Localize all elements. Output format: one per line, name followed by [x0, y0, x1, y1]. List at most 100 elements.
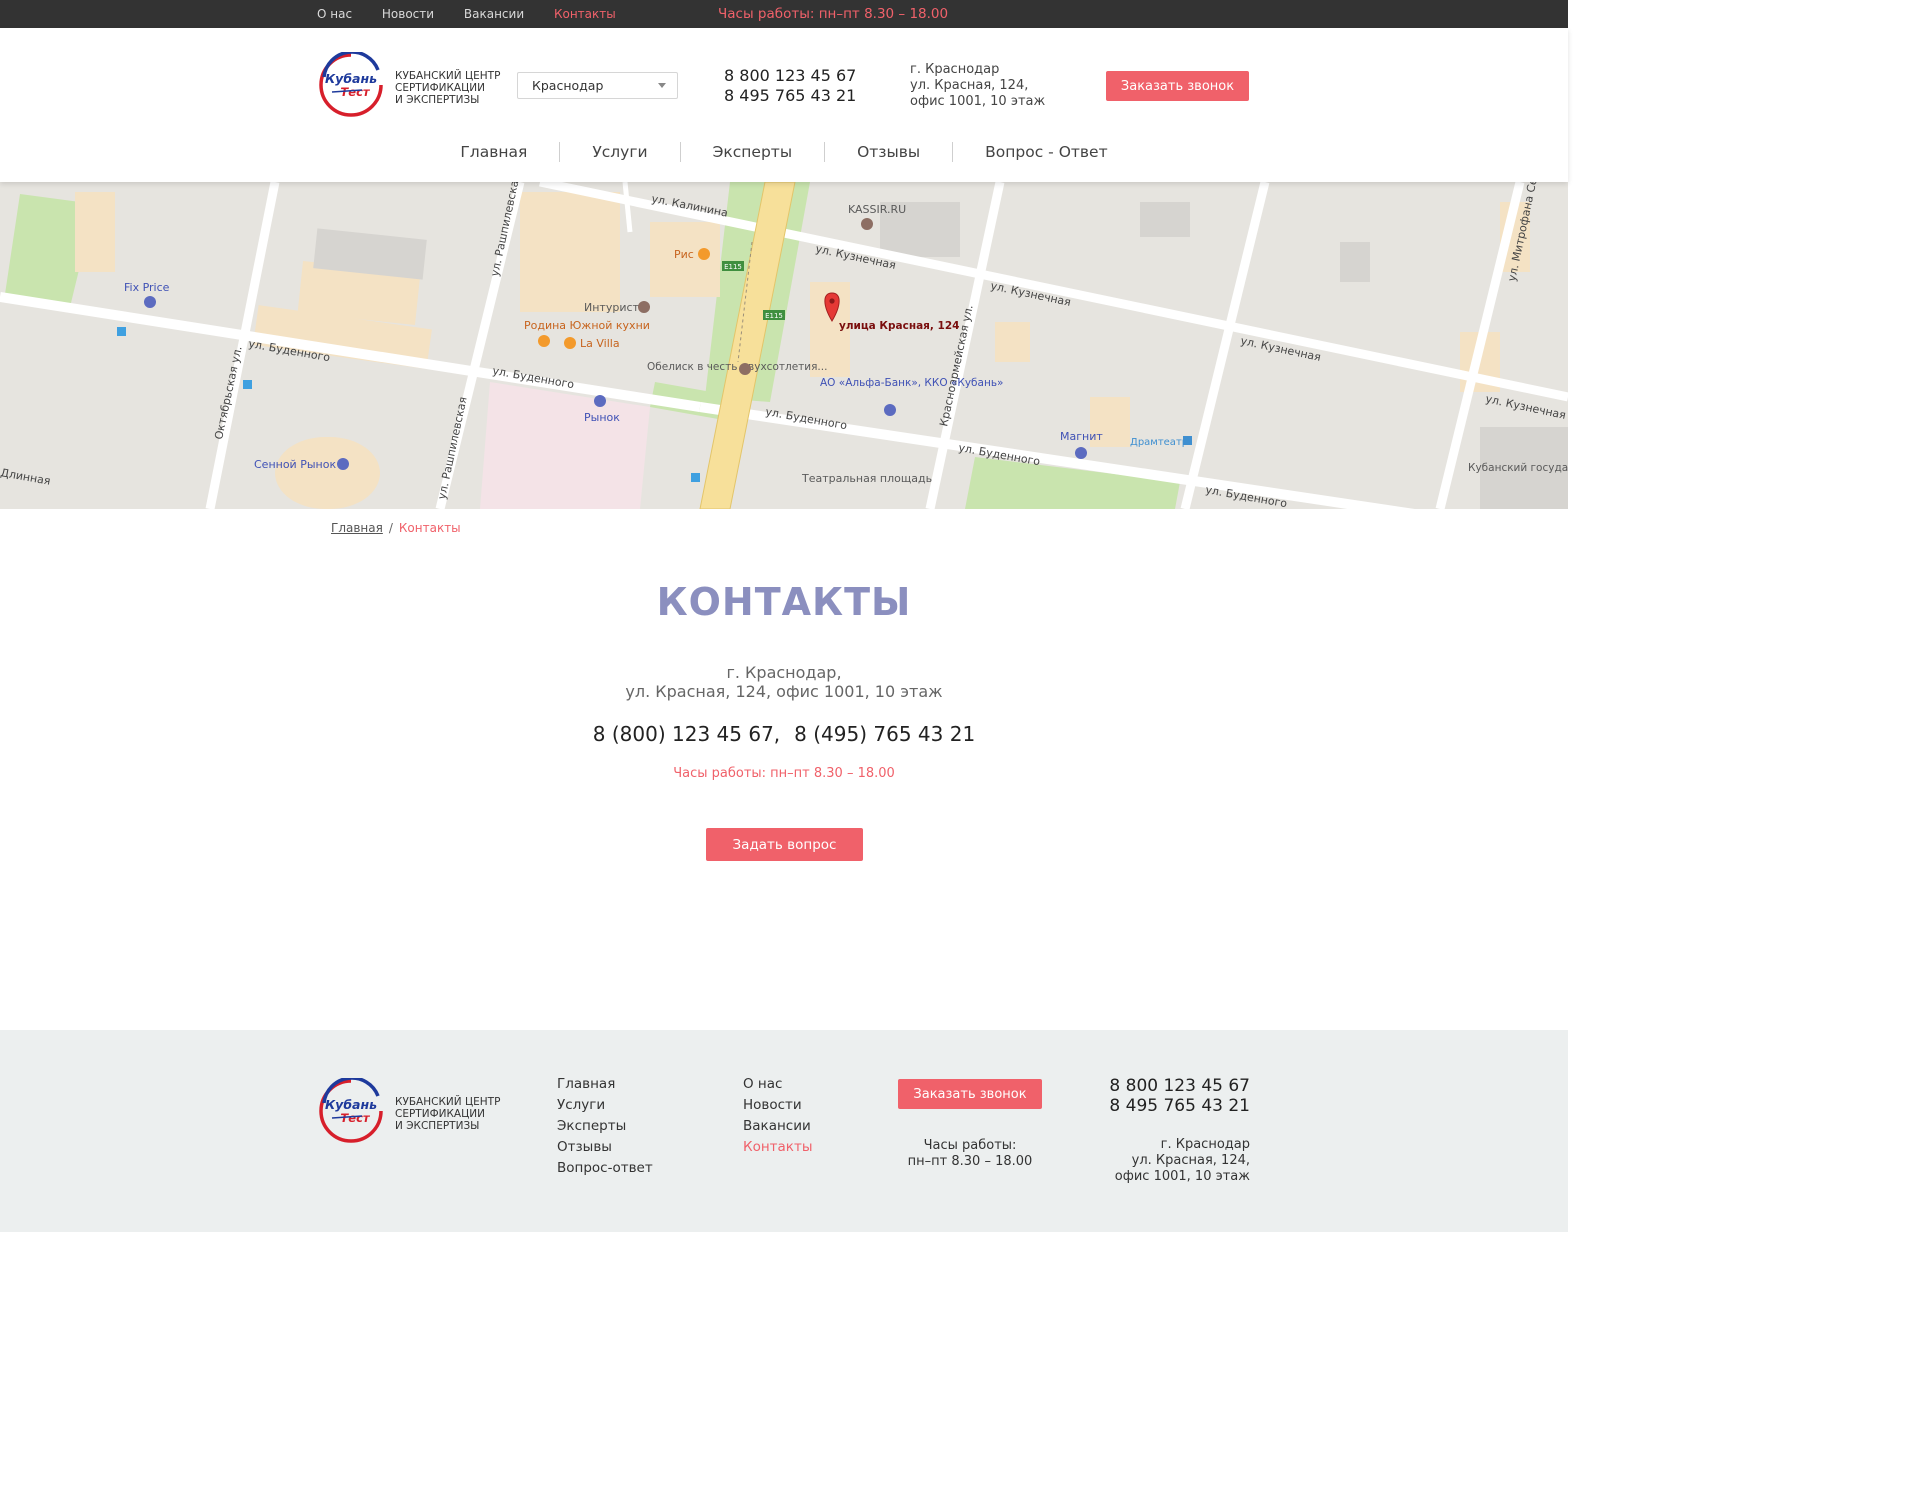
address-line: офис 1001, 10 этаж	[1114, 1169, 1250, 1184]
footer-link-news[interactable]: Новости	[743, 1095, 812, 1116]
header: Кубань Тест КУБАНСКИЙ ЦЕНТР СЕРТИФИКАЦИИ…	[0, 28, 1568, 182]
contacts-phones: 8 (800) 123 45 67, 8 (495) 765 43 21	[0, 722, 1568, 746]
header-phone-2[interactable]: 8 495 765 43 21	[724, 86, 856, 106]
footer-link-vacancies[interactable]: Вакансии	[743, 1116, 812, 1137]
logo-text: КУБАНСКИЙ ЦЕНТР СЕРТИФИКАЦИИ И ЭКСПЕРТИЗ…	[395, 70, 500, 106]
logo-emblem-icon: Кубань Тест	[319, 50, 383, 117]
chevron-down-icon	[658, 83, 666, 88]
logo-text-line: СЕРТИФИКАЦИИ	[395, 82, 485, 94]
bus-stop-icon	[1183, 436, 1192, 445]
restaurant-icon	[564, 337, 576, 349]
poi-pin-icon	[861, 218, 873, 230]
footer-hours-title: Часы работы:	[923, 1138, 1017, 1153]
poi-fix-price: Fix Price	[124, 281, 170, 294]
poi-teatralnaya: Театральная площадь	[801, 472, 932, 485]
logo-text-line: И ЭКСПЕРТИЗЫ	[395, 1120, 480, 1132]
contacts-phone-1[interactable]: 8 (800) 123 45 67,	[586, 722, 787, 746]
main-nav-reviews[interactable]: Отзывы	[824, 142, 952, 162]
map[interactable]: ул. Калинина ул. Кузнечная ул. Кузнечная…	[0, 182, 1568, 509]
footer-link-reviews[interactable]: Отзывы	[557, 1137, 653, 1158]
address-line: ул. Красная, 124,	[1131, 1153, 1250, 1168]
footer-logo[interactable]: Кубань Тест	[318, 1076, 384, 1144]
e115-label: E115	[724, 263, 742, 271]
breadcrumb: Главная / Контакты	[331, 521, 461, 535]
logo-word-1: Кубань	[325, 1097, 377, 1112]
ask-question-button[interactable]: Задать вопрос	[706, 828, 863, 861]
footer-hours-value: пн–пт 8.30 – 18.00	[907, 1154, 1033, 1169]
logo-word-2: Тест	[340, 85, 370, 99]
footer-phone-1[interactable]: 8 800 123 45 67	[1060, 1076, 1250, 1096]
poi-alfa-bank: АО «Альфа-Банк», ККО «Кубань»	[820, 377, 1003, 389]
restaurant-icon	[698, 248, 710, 260]
building	[275, 437, 380, 509]
top-nav-about[interactable]: О нас	[317, 7, 352, 21]
footer-link-home[interactable]: Главная	[557, 1074, 653, 1095]
main-nav-services[interactable]: Услуги	[559, 142, 679, 162]
top-bar: О нас Новости Вакансии Контакты Часы раб…	[0, 0, 1568, 28]
shop-icon	[594, 395, 606, 407]
shop-icon	[337, 458, 349, 470]
top-hours: Часы работы: пн–пт 8.30 – 18.00	[718, 6, 949, 22]
footer-link-experts[interactable]: Эксперты	[557, 1116, 653, 1137]
main-nav-faq[interactable]: Вопрос - Ответ	[952, 142, 1139, 162]
shop-icon	[1075, 447, 1087, 459]
header-phone-1[interactable]: 8 800 123 45 67	[724, 66, 856, 86]
footer: Кубань Тест КУБАНСКИЙ ЦЕНТР СЕРТИФИКАЦИИ…	[0, 1030, 1568, 1232]
poi-kgufk: Кубанский государственный университет фи…	[1468, 462, 1568, 474]
top-nav: О нас Новости Вакансии Контакты	[317, 7, 642, 21]
poi-kassir: KASSIR.RU	[848, 203, 906, 216]
restaurant-icon	[538, 335, 550, 347]
header-phones: 8 800 123 45 67 8 495 765 43 21	[724, 66, 856, 106]
building	[1340, 242, 1370, 282]
footer-address: г. Краснодар ул. Красная, 124, офис 1001…	[1050, 1137, 1250, 1185]
city-select-value: Краснодар	[532, 78, 604, 93]
main-nav-experts[interactable]: Эксперты	[679, 142, 824, 162]
main-nav: Главная Услуги Эксперты Отзывы Вопрос - Отве…	[0, 142, 1568, 162]
order-call-button[interactable]: Заказать звонок	[1106, 71, 1249, 101]
e115-label: E115	[765, 312, 783, 320]
logo-text-line: И ЭКСПЕРТИЗЫ	[395, 94, 480, 106]
poi-inturist: Интурист	[584, 301, 640, 314]
poi-obelisk: Обелиск в честь двухсотлетия...	[647, 361, 827, 373]
poi-sennoy: Сенной Рынок	[254, 458, 336, 471]
footer-phone-2[interactable]: 8 495 765 43 21	[1060, 1096, 1250, 1116]
main-nav-home[interactable]: Главная	[428, 142, 559, 162]
logo[interactable]: Кубань Тест	[318, 50, 384, 118]
poi-la-villa: La Villa	[580, 337, 620, 350]
top-nav-vacancies[interactable]: Вакансии	[464, 7, 524, 21]
logo-word-1: Кубань	[325, 71, 377, 86]
footer-link-faq[interactable]: Вопрос-ответ	[557, 1158, 653, 1179]
footer-phones: 8 800 123 45 67 8 495 765 43 21	[1060, 1076, 1250, 1116]
contacts-hours: Часы работы: пн–пт 8.30 – 18.00	[673, 766, 895, 781]
breadcrumb-separator: /	[388, 521, 393, 535]
city-select[interactable]: Краснодар	[517, 72, 678, 99]
breadcrumb-current: Контакты	[398, 521, 461, 535]
poi-rynok: Рынок	[584, 411, 620, 424]
footer-nav-main: Главная Услуги Эксперты Отзывы Вопрос-от…	[557, 1074, 653, 1179]
contacts-phone-2[interactable]: 8 (495) 765 43 21	[787, 722, 982, 746]
top-nav-contacts[interactable]: Контакты	[554, 7, 616, 21]
poi-magnit: Магнит	[1060, 430, 1103, 443]
logo-text-line: СЕРТИФИКАЦИИ	[395, 1108, 485, 1120]
footer-link-about[interactable]: О нас	[743, 1074, 812, 1095]
footer-link-services[interactable]: Услуги	[557, 1095, 653, 1116]
logo-text-line: КУБАНСКИЙ ЦЕНТР	[395, 1096, 501, 1108]
footer-link-contacts[interactable]: Контакты	[743, 1137, 812, 1158]
footer-logo-text: КУБАНСКИЙ ЦЕНТР СЕРТИФИКАЦИИ И ЭКСПЕРТИЗ…	[395, 1096, 500, 1132]
building	[520, 192, 620, 312]
address-line: г. Краснодар	[1160, 1137, 1250, 1152]
breadcrumb-home[interactable]: Главная	[331, 521, 383, 535]
footer-order-call-button[interactable]: Заказать звонок	[898, 1079, 1042, 1109]
logo-text-line: КУБАНСКИЙ ЦЕНТР	[395, 70, 501, 82]
header-address: г. Краснодар ул. Красная, 124, офис 1001…	[910, 62, 1045, 110]
map-canvas[interactable]: ул. Калинина ул. Кузнечная ул. Кузнечная…	[0, 182, 1568, 509]
contacts-address-line: ул. Красная, 124, офис 1001, 10 этаж	[625, 682, 943, 701]
logo-emblem-icon: Кубань Тест	[319, 1076, 383, 1143]
building	[75, 192, 115, 272]
building	[1140, 202, 1190, 237]
poi-ris: Рис	[674, 248, 694, 261]
page-title: КОНТАКТЫ	[656, 580, 912, 624]
address-line: ул. Красная, 124,	[910, 78, 1029, 93]
top-nav-news[interactable]: Новости	[382, 7, 434, 21]
contacts-phone-text: 8 (800) 123 45 67,	[592, 722, 781, 746]
